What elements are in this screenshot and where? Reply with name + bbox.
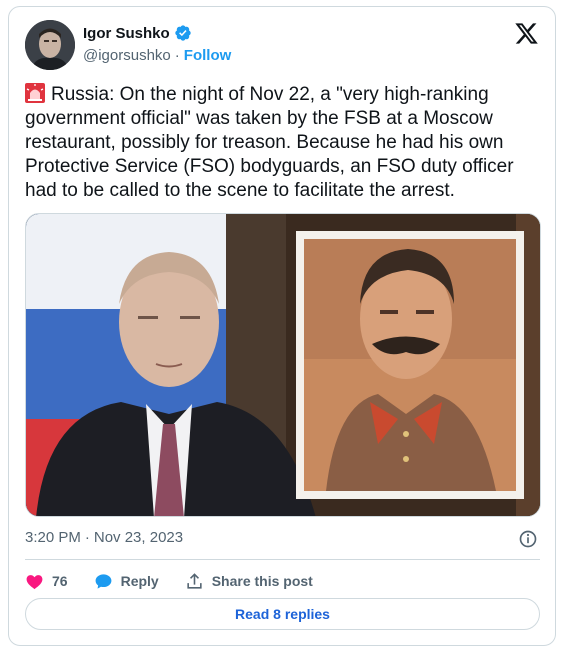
- tweet-date: Nov 23, 2023: [93, 529, 184, 546]
- share-upload-icon: [187, 572, 202, 589]
- avatar[interactable]: [25, 20, 75, 70]
- heart-icon: [26, 574, 43, 589]
- x-logo-icon[interactable]: [514, 21, 539, 46]
- read-replies-label: Read 8 replies: [235, 606, 330, 622]
- tweet-media-image[interactable]: [25, 213, 541, 517]
- author-handle[interactable]: @igorsushko: [83, 47, 171, 64]
- avatar-image: [25, 20, 75, 70]
- author-name-row: Igor Sushko: [83, 24, 192, 42]
- share-label: Share this post: [211, 573, 313, 589]
- speech-bubble-icon: [95, 573, 111, 589]
- author-handle-row: @igorsushko · Follow: [83, 47, 231, 64]
- tweet-timestamp[interactable]: 3:20 PM · Nov 23, 2023: [25, 529, 183, 546]
- reply-label: Reply: [120, 573, 159, 589]
- timestamp-separator: ·: [84, 529, 90, 546]
- author-display-name[interactable]: Igor Sushko: [83, 25, 170, 42]
- like-count: 76: [52, 573, 68, 589]
- tweet-card: Igor Sushko @igorsushko · Follow Russia:…: [8, 6, 556, 646]
- read-replies-button[interactable]: Read 8 replies: [25, 598, 540, 630]
- rotating-light-emoji-icon: [25, 83, 45, 103]
- divider: [25, 559, 540, 560]
- verified-badge-icon: [175, 25, 191, 41]
- media-illustration: [26, 214, 540, 516]
- tweet-text: Russia: On the night of Nov 22, a "very …: [25, 84, 514, 201]
- like-button[interactable]: 76: [25, 572, 68, 591]
- info-icon[interactable]: [518, 529, 538, 549]
- tweet-time: 3:20 PM: [25, 529, 81, 546]
- reply-button[interactable]: Reply: [94, 572, 159, 591]
- tweet-text-block: Russia: On the night of Nov 22, a "very …: [25, 83, 540, 203]
- action-bar: 76 Reply Share this post: [25, 569, 339, 593]
- share-button[interactable]: Share this post: [185, 572, 313, 591]
- follow-button[interactable]: Follow: [184, 47, 232, 64]
- handle-separator: ·: [174, 47, 180, 64]
